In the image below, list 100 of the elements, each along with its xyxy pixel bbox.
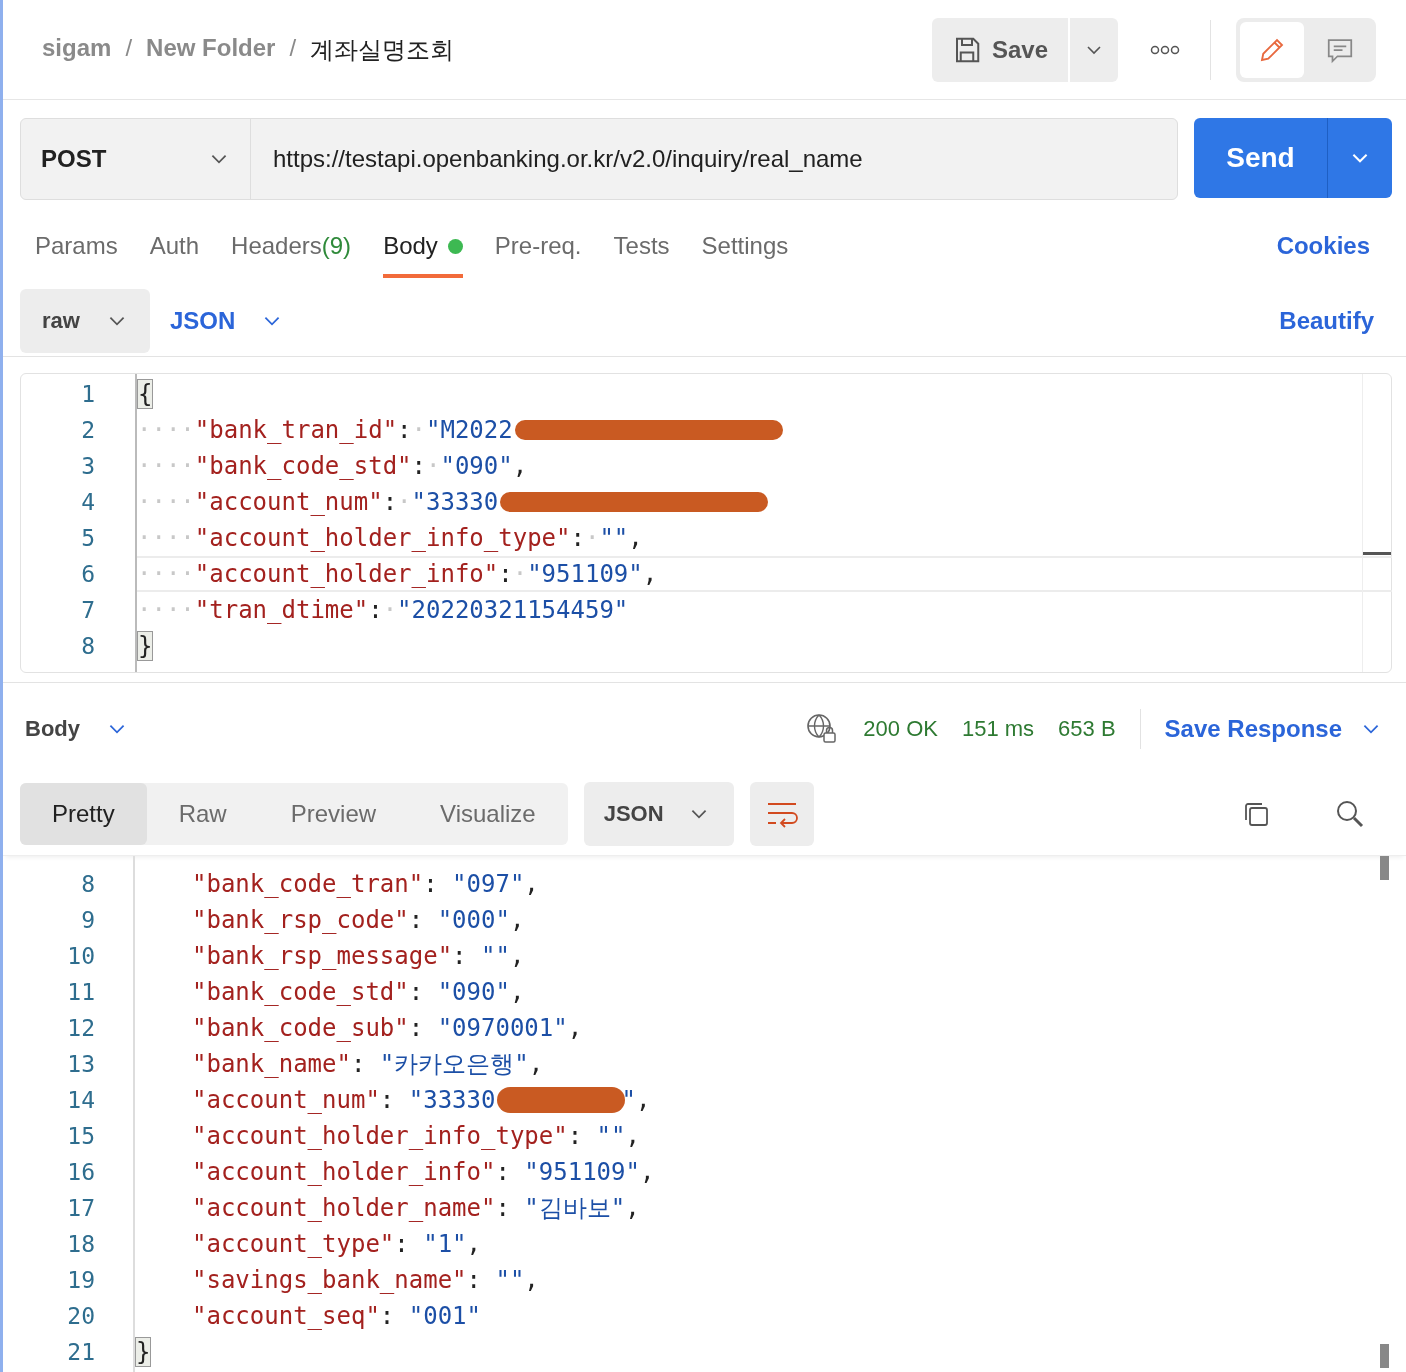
json-punctuation: : [567,1121,584,1152]
json-string: "김바보" [524,1193,626,1224]
request-tab[interactable]: Auth [149,232,200,278]
status-code: 200 OK [863,716,938,742]
body-language-dropdown[interactable]: JSON [169,307,284,335]
json-key: "bank_tran_id" [194,412,398,448]
request-tab[interactable]: Settings [701,232,789,278]
json-punctuation: , [466,1229,481,1260]
json-key: "account_holder_info" [194,556,499,592]
json-punctuation: : [394,1229,410,1260]
json-punctuation: : [368,595,383,626]
json-string: "카카오은행" [379,1049,529,1080]
json-string: "1" [423,1229,467,1260]
json-string: "0970001" [437,1013,568,1044]
wrap-lines-button[interactable] [749,782,814,846]
beautify-link[interactable]: Beautify [1279,307,1374,335]
json-punctuation: , [642,559,658,590]
line-number: 2 [80,416,96,445]
json-punctuation: : [495,1157,511,1188]
json-key: "account_seq" [192,1298,380,1334]
json-punctuation: : [379,1085,396,1116]
view-tab[interactable]: Pretty [20,783,147,845]
json-brace: } [135,1337,152,1367]
json-key: "account_holder_info" [192,1154,496,1190]
search-icon[interactable] [1334,798,1366,830]
json-punctuation: : [466,1265,482,1296]
line-number: 8 [80,870,96,899]
json-string: " [621,1085,636,1116]
scrollbar-thumb[interactable] [1380,1344,1389,1368]
json-string: "951109" [524,1157,640,1188]
line-number: 3 [80,452,96,481]
json-key: "bank_code_tran" [192,866,424,902]
line-number: 7 [80,596,96,625]
json-key: "account_type" [192,1226,395,1262]
request-body-editor[interactable] [20,373,1392,673]
whitespace-dots: ···· [137,595,195,626]
json-punctuation: , [512,451,528,482]
json-punctuation: : [411,451,426,482]
breadcrumb-item[interactable]: sigam [42,33,112,66]
line-number: 1 [80,380,96,409]
json-string: "" [599,523,629,554]
view-tab[interactable]: Visualize [408,783,568,845]
whitespace-dots: · [584,523,600,554]
save-button[interactable]: Save [931,17,1068,82]
json-key: "savings_bank_name" [192,1262,467,1298]
response-size: 653 B [1058,716,1116,742]
breadcrumb-item[interactable]: New Folder [146,33,276,66]
response-time: 151 ms [961,716,1035,742]
json-punctuation: : [408,977,425,1008]
scroll-position-marker [1363,552,1391,555]
line-number: 6 [80,560,96,589]
request-tab[interactable]: Headers(9) [231,232,352,278]
whitespace-dots: · [426,451,441,482]
json-key: "account_num" [192,1082,380,1118]
json-key: "tran_dtime" [194,592,369,628]
json-punctuation: , [509,977,525,1008]
line-number: 8 [80,632,96,661]
response-body-dropdown[interactable]: Body [25,716,128,742]
json-string: "33330 [408,1085,496,1116]
edit-mode-button[interactable] [1240,21,1304,78]
body-mode-dropdown[interactable]: raw [20,289,150,353]
json-key: "bank_code_std" [192,974,409,1010]
whitespace-dots: · [397,487,412,518]
view-tab[interactable]: Raw [146,783,259,845]
cookies-link[interactable]: Cookies [1276,232,1370,260]
whitespace-dots: · [411,415,426,446]
breadcrumb-separator: / [289,33,297,63]
json-key: "bank_rsp_code" [192,902,409,938]
scrollbar-thumb[interactable] [1380,856,1389,880]
json-punctuation: , [524,1265,539,1296]
request-tab[interactable]: Pre-req. [494,232,582,278]
json-punctuation: : [382,487,398,518]
line-number: 21 [66,1338,96,1367]
json-key: "account_num" [194,484,383,520]
json-punctuation: , [639,1157,655,1188]
json-string: "090" [440,451,513,482]
json-punctuation: , [567,1013,583,1044]
json-key: "bank_name" [192,1046,351,1082]
line-number: 9 [80,906,96,935]
json-string: "M2022 [426,415,513,446]
json-key: "account_holder_name" [192,1190,496,1226]
json-punctuation: , [635,1085,651,1116]
breadcrumb-item: 계좌실명조회 [310,34,455,66]
request-tab[interactable]: Tests [613,232,670,278]
json-punctuation: : [423,869,439,900]
whitespace-dots: ···· [137,487,195,518]
view-tab[interactable]: Preview [258,783,409,845]
json-key: "bank_code_std" [194,448,412,484]
response-language-dropdown[interactable]: JSON [583,782,734,846]
json-string: "20220321154459" [397,595,629,626]
save-response-button[interactable]: Save Response [1164,715,1382,743]
line-number: 12 [66,1014,96,1043]
json-string: "097" [452,869,525,900]
json-string: "" [481,941,510,972]
request-tab[interactable]: Body [383,232,463,278]
request-tab[interactable]: Params [35,232,118,278]
whitespace-dots: ···· [137,415,195,446]
json-string: "000" [437,905,510,936]
json-key: "bank_rsp_message" [192,938,453,974]
json-punctuation: , [509,941,525,972]
